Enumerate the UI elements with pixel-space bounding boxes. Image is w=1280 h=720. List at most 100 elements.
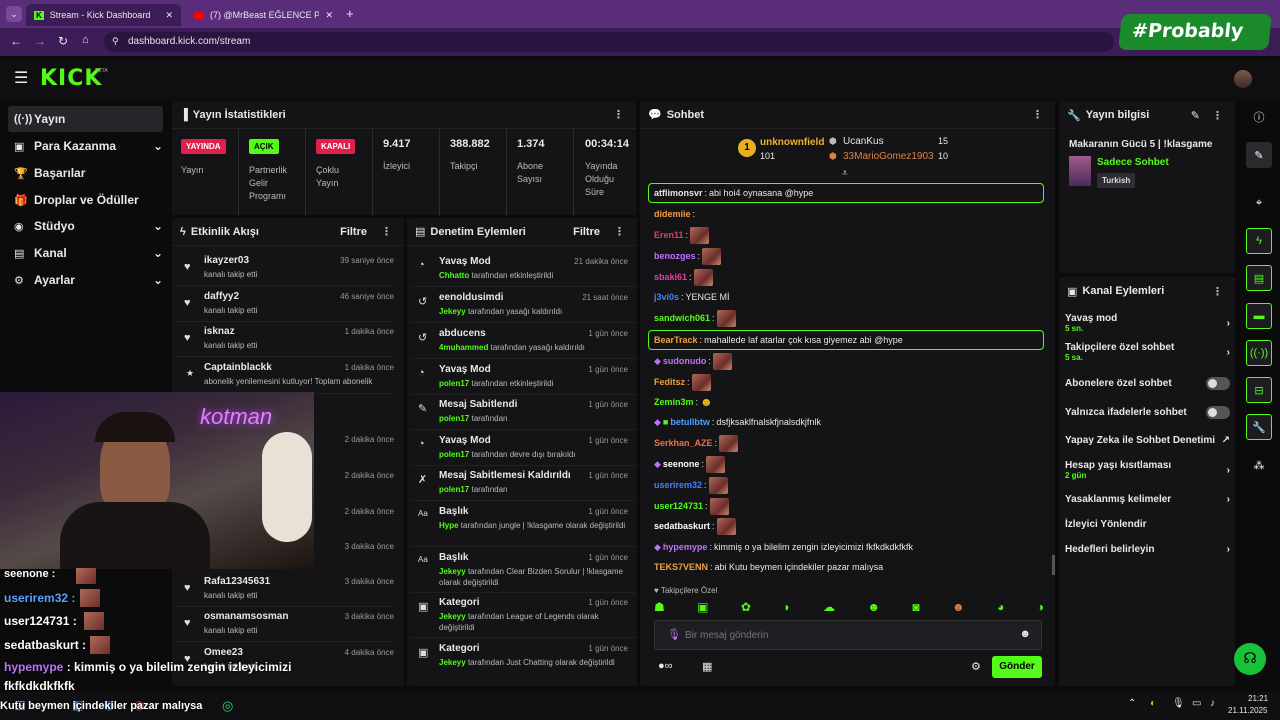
kick-logo[interactable]: KICK <box>40 66 102 91</box>
action-followers-only[interactable]: Takipçilere özel sohbet 5 sa. › <box>1065 342 1230 362</box>
chat-scrollbar[interactable] <box>1052 555 1055 575</box>
store-icon[interactable]: ▦ <box>702 660 712 673</box>
info-icon[interactable]: ⓘ <box>1246 104 1272 130</box>
chat-username[interactable]: didemiie <box>654 209 691 219</box>
action-redirect[interactable]: İzleyici Yönlendir <box>1065 519 1230 530</box>
chat-username[interactable]: Serkhan_AZE <box>654 438 713 448</box>
emote-icon[interactable]: ☻ <box>867 600 880 616</box>
more-icon[interactable]: ⋮ <box>609 108 628 121</box>
network-icon[interactable]: ▭ <box>1192 698 1201 709</box>
filter-button[interactable]: Filtre <box>573 226 600 238</box>
nav-kanal[interactable]: ▤ Kanal ⌄ <box>8 240 163 266</box>
microphone-icon[interactable]: 🎙 <box>667 628 681 641</box>
tray-app-icon[interactable]: ◐ <box>1150 698 1156 709</box>
emote-icon[interactable]: ☁ <box>823 600 835 616</box>
action-goals[interactable]: Hedefleri belirleyin › <box>1065 544 1230 555</box>
chat-username[interactable]: user124731 <box>654 501 703 511</box>
category-link[interactable]: Sadece Sohbet <box>1097 157 1169 168</box>
spotify-icon[interactable]: ◎ <box>222 698 233 714</box>
edit-icon[interactable]: ✎ <box>1246 142 1272 168</box>
chat-username[interactable]: sudonudo <box>663 356 707 366</box>
chat-username[interactable]: Eren11 <box>654 230 684 240</box>
subs-only-toggle[interactable] <box>1206 377 1230 390</box>
chat-username[interactable]: Zemin3m <box>654 397 694 407</box>
emote-icon[interactable]: ◕ <box>997 600 1004 616</box>
chat-username[interactable]: userirem32 <box>654 480 702 490</box>
chat-username[interactable]: TEKS7VENN <box>654 562 708 572</box>
top-gifter-name[interactable]: 33MarioGomez1903 <box>843 151 934 162</box>
more-icon[interactable]: ⋮ <box>1028 108 1047 121</box>
volume-icon[interactable]: ♪ <box>1210 698 1215 709</box>
clock-time[interactable]: 21:21 <box>1248 694 1268 703</box>
document-icon[interactable]: ▤ <box>1246 265 1272 291</box>
emote-icon[interactable]: ◗ <box>783 600 790 616</box>
wrench-icon[interactable]: 🔧 <box>1246 414 1272 440</box>
chat-username[interactable]: atflimonsvr <box>654 188 703 198</box>
close-icon[interactable]: ✕ <box>165 10 173 21</box>
tab-menu-icon[interactable]: ⌄ <box>6 6 22 22</box>
gear-icon[interactable]: ⚙ <box>971 660 981 673</box>
clock-date[interactable]: 21.11.2025 <box>1228 706 1267 715</box>
chat-input[interactable] <box>685 627 1005 643</box>
chat-username[interactable]: sandwich061 <box>654 313 710 323</box>
close-icon[interactable]: ✕ <box>325 10 333 21</box>
emote-icon[interactable]: ☻ <box>952 600 965 616</box>
broadcast-icon[interactable]: ((·)) <box>1246 340 1272 366</box>
nav-yayin[interactable]: ((·)) Yayın <box>8 106 163 132</box>
action-slow-mode[interactable]: Yavaş mod 5 sn. › <box>1065 313 1230 333</box>
apps-icon[interactable]: ⁂ <box>1246 452 1272 478</box>
focus-icon[interactable]: ⌖ <box>1246 190 1272 216</box>
top-gifter-name[interactable]: UcanKus <box>843 136 884 147</box>
new-tab-icon[interactable]: + <box>346 6 354 21</box>
more-icon[interactable]: ⋮ <box>1208 285 1227 298</box>
chat-username[interactable]: sbaki61 <box>654 272 687 282</box>
filter-button[interactable]: Filtre <box>340 226 367 238</box>
edit-icon[interactable]: ✎ <box>1191 109 1200 122</box>
nav-ayarlar[interactable]: ⚙ Ayarlar ⌄ <box>8 267 163 293</box>
chat-username[interactable]: benozges <box>654 251 696 261</box>
action-banned-words[interactable]: Yasaklanmış kelimeler › <box>1065 494 1230 505</box>
lightning-icon[interactable]: ϟ <box>1246 228 1272 254</box>
reload-icon[interactable]: ↻ <box>58 34 68 48</box>
more-icon[interactable]: ⋮ <box>1208 109 1227 122</box>
emote-only-toggle[interactable] <box>1206 406 1230 419</box>
tag-badge[interactable]: Turkish <box>1097 173 1136 188</box>
emote-icon[interactable]: ◙ <box>912 600 919 616</box>
layout-icon[interactable]: ⊟ <box>1246 377 1272 403</box>
nav-droplar[interactable]: 🎁 Droplar ve Ödüller <box>8 187 163 213</box>
top-gifter-name[interactable]: unknownfield <box>760 137 824 148</box>
site-info-icon[interactable]: ⚲ <box>112 36 119 47</box>
url-field[interactable]: ⚲ dashboard.kick.com/stream <box>104 32 1114 52</box>
more-icon[interactable]: ⋮ <box>610 225 629 238</box>
nav-studyo[interactable]: ◉ Stüdyo ⌄ <box>8 213 163 239</box>
tab-kick-dashboard[interactable]: K Stream - Kick Dashboard ✕ <box>26 4 181 26</box>
more-icon[interactable]: ⋮ <box>377 225 396 238</box>
home-icon[interactable]: ⌂ <box>82 34 89 46</box>
chat-username[interactable]: sedatbaskurt <box>654 521 710 531</box>
forward-icon[interactable]: → <box>34 34 46 48</box>
menu-icon[interactable]: ☰ <box>14 68 28 88</box>
chat-input-box[interactable]: 🎙 ☻ <box>654 620 1042 650</box>
back-icon[interactable]: ← <box>10 34 22 48</box>
microphone-icon[interactable]: 🎙 <box>1172 698 1185 709</box>
nav-para-kazanma[interactable]: ▣ Para Kazanma ⌄ <box>8 133 163 159</box>
support-icon[interactable]: ☊ <box>1234 643 1266 675</box>
tab-youtube[interactable]: (7) @MrBeast EĞLENCE PARKI... ✕ <box>186 4 341 26</box>
emote-icon[interactable]: ▣ <box>697 600 708 616</box>
chat-username[interactable]: hypemype <box>663 542 708 552</box>
action-account-age[interactable]: Hesap yaşı kısıtlaması 2 gün › <box>1065 460 1230 480</box>
emote-icon[interactable]: ☗ <box>654 600 665 616</box>
emote-icon[interactable]: ◑ <box>1037 600 1044 616</box>
category-thumbnail[interactable] <box>1069 156 1091 186</box>
avatar[interactable] <box>1234 70 1252 88</box>
send-button[interactable]: Gönder <box>992 656 1042 678</box>
tray-expand-icon[interactable]: ⌃ <box>1128 698 1136 709</box>
chat-username[interactable]: j3vi0s <box>654 292 679 302</box>
chat-username[interactable]: BearTrack <box>654 335 698 345</box>
chat-username[interactable]: seenone <box>663 459 700 469</box>
emote-icon[interactable]: ✿ <box>741 600 751 616</box>
emoji-icon[interactable]: ☻ <box>1019 628 1031 640</box>
nav-basarilar[interactable]: 🏆 Başarılar <box>8 160 163 186</box>
community-icon[interactable]: ●∞ <box>658 660 673 672</box>
collapse-icon[interactable]: ⩡ <box>842 168 848 179</box>
